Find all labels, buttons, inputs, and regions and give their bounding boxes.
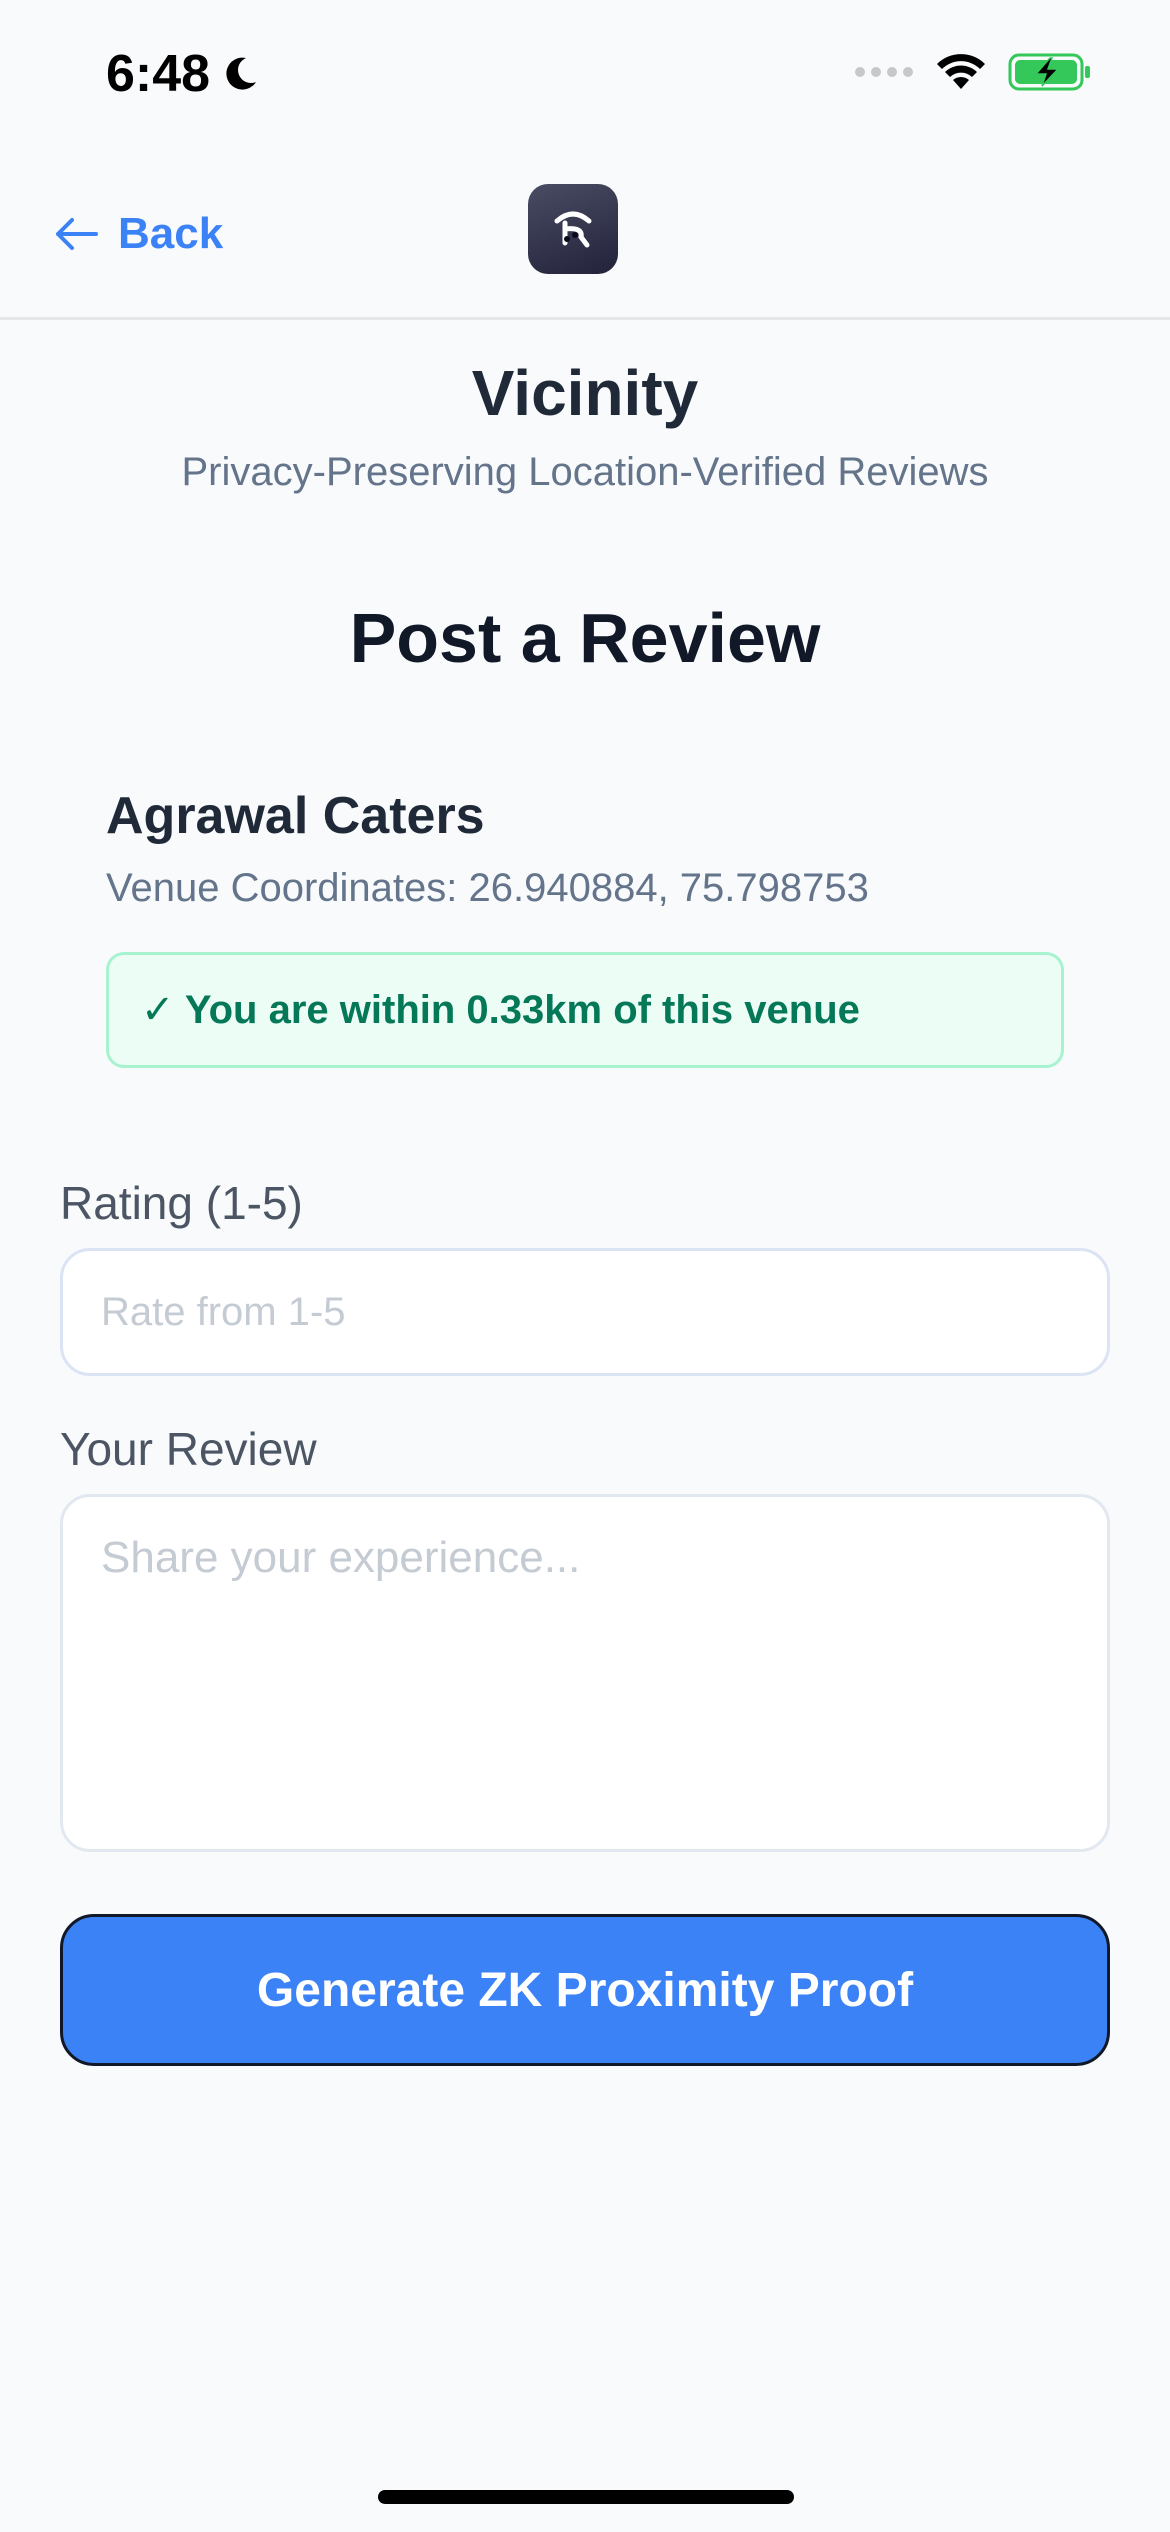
status-icons <box>854 52 1092 92</box>
app-header: Back <box>0 176 1170 320</box>
wifi-icon <box>937 54 985 89</box>
venue-coordinates: Venue Coordinates: 26.940884, 75.798753 <box>106 866 869 910</box>
proximity-status-text: ✓ You are within 0.33km of this venue <box>141 988 860 1032</box>
status-time-text: 6:48 <box>106 45 211 103</box>
battery-charging-icon <box>1008 53 1090 91</box>
brand-subtitle: Privacy-Preserving Location-Verified Rev… <box>181 450 989 494</box>
brand-title: Vicinity <box>471 357 699 429</box>
generate-proof-button-label: Generate ZK Proximity Proof <box>256 1963 914 2017</box>
back-button[interactable]: Back <box>52 204 223 264</box>
review-textarea[interactable] <box>60 1494 1110 1852</box>
proximity-status-badge: ✓ You are within 0.33km of this venue <box>106 952 1064 1068</box>
arrow-left-icon <box>56 218 98 250</box>
signal-icon <box>855 67 913 77</box>
page-title: Post a Review <box>349 599 821 677</box>
status-time: 6:48 <box>106 44 260 104</box>
review-label: Your Review <box>60 1423 317 1475</box>
generate-proof-button[interactable]: Generate ZK Proximity Proof <box>60 1914 1110 2066</box>
home-indicator[interactable] <box>378 2490 794 2504</box>
back-button-label: Back <box>118 209 224 258</box>
venue-name: Agrawal Caters <box>106 787 485 845</box>
rating-input[interactable] <box>60 1248 1110 1376</box>
rating-label: Rating (1-5) <box>60 1177 303 1229</box>
logo-mark-icon <box>554 211 592 248</box>
screen: 6:48 Back Vicinity Privacy-Preserving Lo… <box>0 0 1170 2532</box>
app-logo-icon <box>528 184 618 274</box>
moon-icon <box>226 57 257 90</box>
